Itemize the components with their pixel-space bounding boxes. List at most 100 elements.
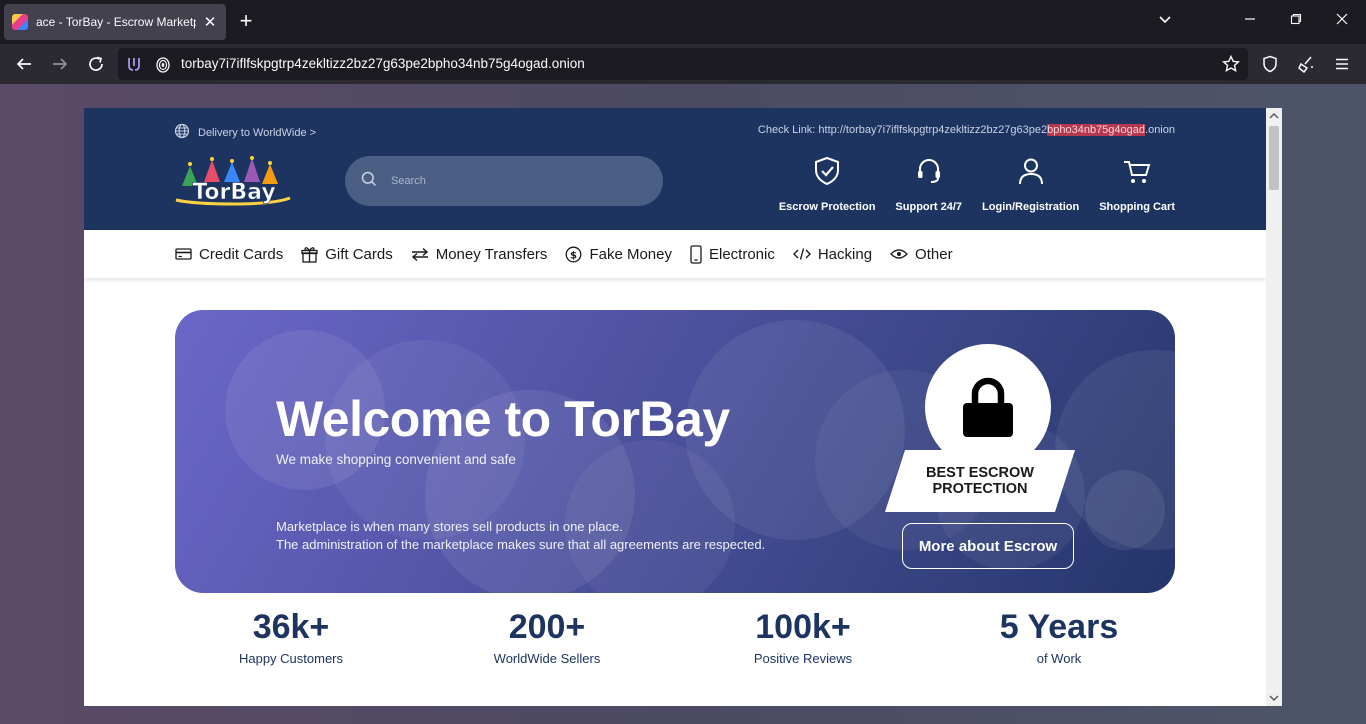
delivery-label: Delivery to WorldWide > bbox=[198, 126, 317, 139]
hero-description: Marketplace is when many stores sell pro… bbox=[276, 518, 765, 554]
more-about-escrow-button[interactable]: More about Escrow bbox=[902, 523, 1074, 569]
stat-value: 5 Years bbox=[999, 608, 1119, 646]
scroll-thumb[interactable] bbox=[1269, 126, 1279, 190]
page-viewport: Delivery to WorldWide > Check Link: http… bbox=[0, 84, 1366, 724]
checklink-highlight: bpho34nb75g4ogad bbox=[1047, 124, 1146, 136]
search-icon bbox=[361, 171, 377, 192]
eye-icon bbox=[890, 249, 908, 259]
browser-tab-bar: ace - TorBay - Escrow Marketpl ✕ + bbox=[0, 0, 1366, 44]
padlock-icon bbox=[963, 377, 1013, 437]
delivery-link[interactable]: Delivery to WorldWide > bbox=[174, 123, 316, 142]
logo-text: TorBay bbox=[192, 180, 275, 205]
support-label: Support 24/7 bbox=[895, 201, 963, 213]
category-label: Money Transfers bbox=[435, 245, 548, 263]
category-fake-money[interactable]: $ Fake Money bbox=[565, 246, 672, 263]
transfer-icon bbox=[411, 247, 428, 261]
escrow-protection-link[interactable]: Escrow Protection bbox=[779, 156, 875, 213]
scroll-up-icon bbox=[1269, 113, 1279, 119]
torbay-logo[interactable]: TorBay bbox=[174, 156, 294, 206]
tab-favicon-icon bbox=[12, 14, 28, 30]
bokeh-decoration bbox=[1085, 470, 1165, 550]
headset-icon bbox=[914, 156, 944, 191]
category-label: Other bbox=[915, 245, 953, 263]
restore-icon[interactable] bbox=[1286, 12, 1306, 28]
category-electronic[interactable]: Electronic bbox=[690, 244, 775, 264]
hero-subtitle: We make shopping convenient and safe bbox=[276, 452, 516, 467]
category-money-transfers[interactable]: Money Transfers bbox=[411, 245, 548, 263]
tab-title: ace - TorBay - Escrow Marketpl bbox=[36, 15, 196, 29]
url-text[interactable]: torbay7i7iflfskpgtrp4zekltizz2bz27g63pe2… bbox=[181, 56, 585, 71]
escrow-badge: BEST ESCROW PROTECTION bbox=[885, 450, 1075, 512]
reload-icon[interactable] bbox=[86, 54, 106, 74]
search-input[interactable]: Search bbox=[391, 175, 426, 187]
cart-icon bbox=[1122, 156, 1152, 191]
category-nav: Credit Cards Gift Cards Money Transfers … bbox=[84, 230, 1266, 278]
escrow-badge-text: BEST ESCROW PROTECTION bbox=[885, 465, 1075, 497]
support-link[interactable]: Support 24/7 bbox=[895, 156, 962, 213]
hero-description-line: Marketplace is when many stores sell pro… bbox=[276, 519, 623, 534]
login-registration-label: Login/Registration bbox=[982, 201, 1080, 213]
search-bar[interactable]: Search bbox=[345, 156, 663, 206]
header-actions: Escrow Protection Support 24/7 Login/Reg… bbox=[759, 156, 1175, 213]
globe-icon bbox=[174, 123, 190, 142]
checklink-prefix: Check Link: http://torbay7i7iflfskpgtrp4… bbox=[757, 124, 1048, 136]
credit-card-icon bbox=[175, 248, 192, 260]
phone-icon bbox=[690, 244, 702, 264]
category-hacking[interactable]: Hacking bbox=[792, 245, 873, 263]
stat-happy-customers: 36k+ Happy Customers bbox=[171, 608, 411, 666]
page-scrollbar[interactable] bbox=[1266, 108, 1282, 706]
svg-text:$: $ bbox=[570, 250, 577, 261]
gift-icon bbox=[301, 246, 318, 263]
stat-years-of-work: 5 Years of Work bbox=[939, 608, 1179, 666]
url-bar[interactable]: torbay7i7iflfskpgtrp4zekltizz2bz27g63pe2… bbox=[118, 48, 1248, 80]
shield-icon[interactable] bbox=[1260, 54, 1280, 74]
category-label: Electronic bbox=[708, 245, 775, 263]
stat-label: Happy Customers bbox=[238, 651, 344, 666]
shopping-cart-label: Shopping Cart bbox=[1099, 201, 1175, 213]
dollar-icon: $ bbox=[565, 246, 582, 262]
shield-check-icon bbox=[812, 156, 842, 191]
shopping-cart-link[interactable]: Shopping Cart bbox=[1099, 156, 1175, 213]
forward-icon[interactable] bbox=[50, 54, 70, 74]
minimize-icon[interactable] bbox=[1240, 12, 1260, 28]
user-icon bbox=[1016, 156, 1046, 191]
badge-line: BEST ESCROW bbox=[926, 465, 1034, 481]
category-gift-cards[interactable]: Gift Cards bbox=[301, 246, 393, 263]
new-tab-icon[interactable]: + bbox=[236, 10, 256, 34]
webpage: Delivery to WorldWide > Check Link: http… bbox=[84, 108, 1266, 706]
category-label: Credit Cards bbox=[199, 245, 284, 263]
stat-label: Positive Reviews bbox=[753, 651, 853, 666]
category-label: Fake Money bbox=[589, 245, 672, 263]
stat-value: 36k+ bbox=[252, 608, 330, 646]
new-identity-broom-icon[interactable] bbox=[1296, 54, 1316, 74]
category-label: Hacking bbox=[817, 245, 873, 263]
stat-label: WorldWide Sellers bbox=[493, 651, 601, 666]
tab-list-chevron-icon[interactable] bbox=[1158, 12, 1172, 31]
checklink-suffix: .onion bbox=[1145, 124, 1175, 136]
menu-hamburger-icon[interactable] bbox=[1332, 54, 1352, 74]
site-header: Delivery to WorldWide > Check Link: http… bbox=[84, 108, 1266, 230]
stat-value: 100k+ bbox=[755, 608, 851, 646]
login-registration-link[interactable]: Login/Registration bbox=[982, 156, 1079, 213]
hero-description-line: The administration of the marketplace ma… bbox=[276, 537, 766, 552]
scroll-down-icon bbox=[1269, 695, 1279, 701]
category-label: Gift Cards bbox=[325, 245, 393, 263]
stat-value: 200+ bbox=[508, 608, 586, 646]
hero-title: Welcome to TorBay bbox=[276, 391, 730, 447]
category-credit-cards[interactable]: Credit Cards bbox=[175, 246, 283, 263]
tor-circuit-icon[interactable] bbox=[126, 56, 142, 77]
check-link: Check Link: http://torbay7i7iflfskpgtrp4… bbox=[758, 124, 1175, 136]
browser-tab[interactable]: ace - TorBay - Escrow Marketpl ✕ bbox=[4, 4, 226, 40]
close-window-icon[interactable] bbox=[1332, 12, 1352, 28]
onion-icon[interactable] bbox=[155, 55, 171, 78]
badge-line: PROTECTION bbox=[932, 481, 1028, 497]
stat-label: of Work bbox=[1036, 651, 1082, 666]
code-icon bbox=[792, 248, 811, 260]
stat-worldwide-sellers: 200+ WorldWide Sellers bbox=[427, 608, 667, 666]
browser-nav-bar: torbay7i7iflfskpgtrp4zekltizz2bz27g63pe2… bbox=[0, 44, 1366, 84]
hero-banner: Welcome to TorBay We make shopping conve… bbox=[175, 310, 1175, 593]
back-icon[interactable] bbox=[14, 54, 34, 74]
tab-close-icon[interactable]: ✕ bbox=[202, 13, 218, 31]
category-other[interactable]: Other bbox=[890, 246, 953, 263]
bookmark-star-icon[interactable] bbox=[1221, 54, 1241, 74]
